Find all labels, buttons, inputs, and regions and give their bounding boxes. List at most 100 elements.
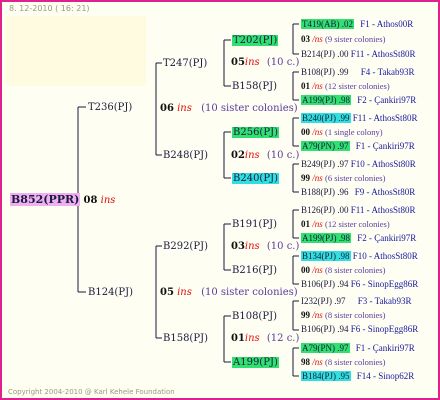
gen4-mid-2: 00 /ns (1 single colony) <box>301 126 383 138</box>
gen4-sister: (9 sister colonies) <box>325 34 386 44</box>
gen2-ins: ins <box>244 57 260 68</box>
gen4-ins: /ns <box>312 173 323 183</box>
gen4-top-3: B249(PJ) .97 F10 - AthosSt80R <box>301 158 416 170</box>
gen4-sister: (12 sister colonies) <box>325 219 390 229</box>
gen4-top-code: I232(PJ) .97 <box>301 296 346 306</box>
gen3-code: B256(PJ) <box>232 127 279 138</box>
gen4-top-src: F3 - Takab93R <box>357 296 412 306</box>
gen4-ins: /ns <box>312 310 323 320</box>
gen2-node-2: B292(PJ) <box>163 240 208 253</box>
gen4-top-src: F4 - Takab93R <box>360 67 415 77</box>
gen4-gen: 03 <box>301 34 310 44</box>
gen3-node-3: B240(PJ) <box>232 172 279 185</box>
gen1-gen: 06 <box>160 103 174 114</box>
gen4-top-5: B134(PJ) .98 F10 - AthosSt80R <box>301 250 418 262</box>
gen3-code: B216(PJ) <box>232 265 277 276</box>
gen4-gen: 98 <box>301 357 310 367</box>
gen2-info-2: 03ins (10 c.) <box>231 240 299 253</box>
gen2-count: (10 c.) <box>266 241 300 252</box>
gen1-node-0: T236(PJ) <box>88 101 132 114</box>
gen4-top-code: B249(PJ) .97 <box>301 159 349 169</box>
gen4-top-src: F10 - AthosSt80R <box>352 251 418 261</box>
gen4-bot-src: F2 - Çankiri97R <box>357 95 417 105</box>
gen4-bot-src: F6 - SinopEgg86R <box>350 324 419 334</box>
gen4-mid-0: 03 /ns (9 sister colonies) <box>301 33 385 45</box>
gen2-ins: ins <box>244 333 260 344</box>
gen2-code: B248(PJ) <box>163 150 208 161</box>
gen1-node-1: B124(PJ) <box>88 286 133 299</box>
gen1-info-1: 05 ins (10 sister colonies) <box>160 286 298 299</box>
gen4-bot-src: F9 - AthosSt80R <box>354 187 416 197</box>
gen4-mid-1: 01 /ns (12 sister colonies) <box>301 80 390 92</box>
root-ins: ins <box>100 195 116 206</box>
gen2-gen: 05 <box>231 57 245 68</box>
gen4-bot-code: B214(PJ) .00 <box>301 49 349 59</box>
gen4-sister: (8 sister colonies) <box>325 357 386 367</box>
gen4-bot-src: F11 - AthosSt80R <box>350 49 416 59</box>
gen4-bot-src: F6 - SinopEgg86R <box>350 279 419 289</box>
gen2-count: (10 c.) <box>266 150 300 161</box>
gen4-sister: (1 single colony) <box>325 127 383 137</box>
root-gen: 08 <box>83 195 98 206</box>
gen2-code: T247(PJ) <box>163 58 208 69</box>
gen3-node-2: B256(PJ) <box>232 126 279 139</box>
gen4-top-code: B126(PJ) .00 <box>301 205 349 215</box>
gen4-bot-code: A199(PJ) .98 <box>301 233 352 243</box>
gen4-sister: (6 sister colonies) <box>325 173 386 183</box>
gen4-ins: /ns <box>312 219 323 229</box>
gen2-node-3: B158(PJ) <box>163 332 208 345</box>
gen2-ins: ins <box>244 241 260 252</box>
gen4-top-code: T419(AB) .02 <box>301 19 354 29</box>
gen4-bot-src: F1 - Çankiri97R <box>355 141 415 151</box>
gen2-info-0: 05ins (10 c.) <box>231 56 299 69</box>
gen1-info-0: 06 ins (10 sister colonies) <box>160 102 298 115</box>
gen1-gen: 05 <box>160 287 174 298</box>
gen4-bot-7: B184(PJ) .95 F14 - Sinop62R <box>301 370 414 382</box>
gen1-code: T236(PJ) <box>88 102 133 113</box>
gen4-mid-4: 01 /ns (12 sister colonies) <box>301 218 390 230</box>
gen4-top-src: F10 - AthosSt80R <box>350 159 416 169</box>
gen3-code: B240(PJ) <box>232 173 279 184</box>
gen4-ins: /ns <box>312 357 323 367</box>
gen4-bot-code: B106(PJ) .94 <box>301 279 349 289</box>
gen4-bot-3: B188(PJ) .96 F9 - AthosSt80R <box>301 186 415 198</box>
gen2-gen: 03 <box>231 241 245 252</box>
gen4-top-4: B126(PJ) .00 F11 - AthosSt80R <box>301 204 415 216</box>
gen4-ins: /ns <box>312 34 323 44</box>
gen3-node-4: B191(PJ) <box>232 218 277 231</box>
gen4-top-code: A79(PN) .97 <box>301 343 350 353</box>
gen4-gen: 01 <box>301 219 310 229</box>
gen2-node-0: T247(PJ) <box>163 57 207 70</box>
gen4-bot-6: B106(PJ) .94 F6 - SinopEgg86R <box>301 323 418 335</box>
gen3-node-6: B108(PJ) <box>232 310 277 323</box>
gen4-top-7: A79(PN) .97 F1 - Çankiri97R <box>301 342 415 354</box>
gen4-top-code: B134(PJ) .98 <box>301 251 351 261</box>
gen4-bot-code: B184(PJ) .95 <box>301 371 351 381</box>
gen3-code: A199(PJ) <box>232 357 279 368</box>
gen4-bot-src: F2 - Çankiri97R <box>357 233 417 243</box>
gen2-count: (10 c.) <box>266 57 300 68</box>
gen4-top-2: B240(PJ) .99 F11 - AthosSt80R <box>301 112 417 124</box>
gen4-sister: (8 sister colonies) <box>325 265 386 275</box>
gen4-gen: 00 <box>301 127 310 137</box>
gen4-top-src: F1 - Athos00R <box>360 19 414 29</box>
gen4-bot-4: A199(PJ) .98 F2 - Çankiri97R <box>301 232 416 244</box>
gen4-bot-5: B106(PJ) .94 F6 - SinopEgg86R <box>301 278 418 290</box>
gen3-node-1: B158(PJ) <box>232 80 277 93</box>
gen3-code: B191(PJ) <box>232 219 277 230</box>
gen3-node-7: A199(PJ) <box>232 356 279 369</box>
gen3-node-5: B216(PJ) <box>232 264 277 277</box>
gen4-gen: 01 <box>301 81 310 91</box>
gen4-bot-code: B106(PJ) .94 <box>301 324 349 334</box>
root-queen: B852(PPR) 08 ins <box>10 193 115 207</box>
gen4-gen: 99 <box>301 173 310 183</box>
gen3-code: B158(PJ) <box>232 81 277 92</box>
gen4-sister: (12 sister colonies) <box>325 81 390 91</box>
gen4-bot-code: A79(PN) .97 <box>301 141 350 151</box>
gen4-bot-code: B188(PJ) .96 <box>301 187 349 197</box>
gen4-gen: 99 <box>301 310 310 320</box>
gen4-bot-code: A199(PJ) .98 <box>301 95 352 105</box>
gen4-top-code: B108(PJ) .99 <box>301 67 349 77</box>
gen4-bot-1: A199(PJ) .98 F2 - Çankiri97R <box>301 94 416 106</box>
gen1-sister: (10 sister colonies) <box>201 287 298 298</box>
